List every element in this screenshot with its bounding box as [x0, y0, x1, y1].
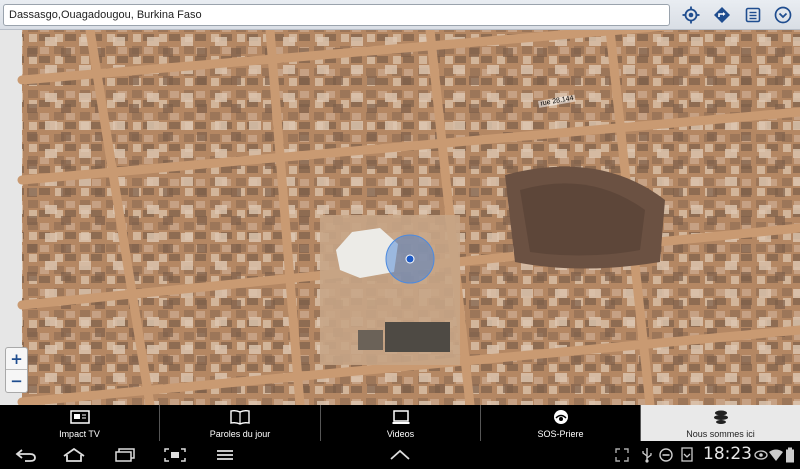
- tab-label: Nous sommes ici: [686, 429, 755, 439]
- wifi-icon: [769, 446, 783, 464]
- vr-icon: [754, 446, 768, 464]
- home-button[interactable]: [62, 446, 86, 464]
- my-location-button[interactable]: [679, 3, 703, 27]
- tab-label: Impact TV: [59, 429, 100, 439]
- tab-nous-sommes-ici[interactable]: Nous sommes ici: [641, 405, 800, 441]
- screenshot-icon: [164, 448, 186, 462]
- location-icon: [713, 410, 728, 424]
- download-icon: [680, 446, 694, 464]
- list-button[interactable]: [741, 3, 765, 27]
- recent-apps-icon: [115, 448, 135, 462]
- directions-icon: [714, 7, 730, 23]
- chevron-down-icon: [774, 6, 792, 24]
- zoom-in-button[interactable]: +: [6, 348, 27, 370]
- android-system-bar: 18:23: [0, 441, 800, 469]
- tab-videos[interactable]: Videos: [321, 405, 481, 441]
- screenshot-button[interactable]: [164, 446, 186, 464]
- tab-label: Paroles du jour: [209, 429, 271, 439]
- menu-icon: [217, 450, 233, 460]
- fullscreen-icon: [615, 448, 629, 462]
- tab-paroles-du-jour[interactable]: Paroles du jour: [160, 405, 321, 441]
- fullscreen-button[interactable]: [615, 446, 629, 464]
- chevron-up-icon: [390, 449, 410, 460]
- tv-icon: [69, 409, 90, 424]
- clock: 18:23: [703, 444, 752, 464]
- zoom-control: + −: [5, 347, 28, 393]
- my-location-icon: [682, 6, 700, 24]
- search-input[interactable]: Dassasgo,Ouagadougou, Burkina Faso: [3, 4, 670, 26]
- monitor-icon: [392, 409, 409, 424]
- battery-icon: [785, 446, 795, 464]
- tab-impact-tv[interactable]: Impact TV: [0, 405, 160, 441]
- usb-icon: [641, 446, 653, 464]
- menu-button[interactable]: [215, 446, 235, 464]
- tab-label: SOS-Priere: [537, 429, 584, 439]
- list-icon: [745, 7, 761, 23]
- map-imagery[interactable]: [0, 0, 800, 405]
- satellite-map[interactable]: rue 28.144 + −: [0, 0, 800, 405]
- notification-expand-button[interactable]: [389, 446, 411, 464]
- back-icon: [15, 449, 36, 462]
- bottom-tab-bar: Impact TV Paroles du jour Videos SOS-Pri…: [0, 405, 800, 441]
- recent-apps-button[interactable]: [114, 446, 136, 464]
- do-not-disturb-icon: [659, 446, 673, 464]
- book-icon: [230, 409, 250, 425]
- dropdown-button[interactable]: [771, 3, 795, 27]
- back-button[interactable]: [15, 446, 37, 464]
- search-toolbar: Dassasgo,Ouagadougou, Burkina Faso: [0, 0, 800, 30]
- tab-label: Videos: [386, 429, 415, 439]
- sos-icon: [553, 410, 568, 424]
- zoom-out-button[interactable]: −: [6, 370, 27, 392]
- tab-sos-priere[interactable]: SOS-Priere: [481, 405, 641, 441]
- home-icon: [63, 448, 85, 462]
- directions-button[interactable]: [710, 3, 734, 27]
